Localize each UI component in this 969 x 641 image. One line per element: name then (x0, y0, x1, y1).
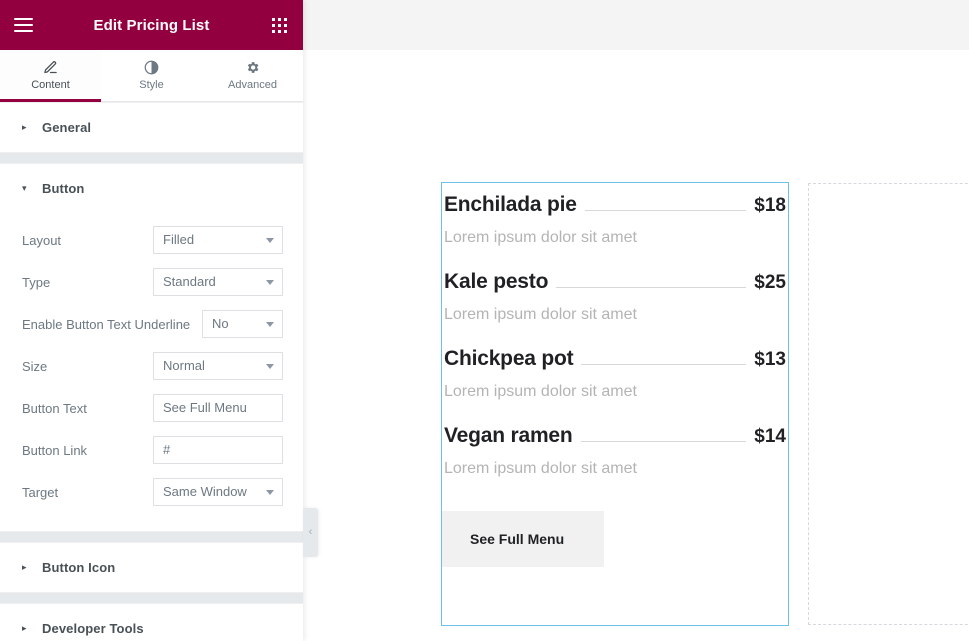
section-button-icon-title: Button Icon (42, 560, 116, 575)
preview-canvas: Enchilada pie $18 Lorem ipsum dolor sit … (303, 0, 969, 641)
tab-content[interactable]: Content (0, 50, 101, 102)
panel-header: Edit Pricing List (0, 0, 303, 50)
pencil-icon (43, 60, 58, 75)
item-separator (556, 287, 747, 288)
control-target-label: Target (22, 484, 59, 500)
target-select-wrap: Same Window (153, 478, 283, 506)
control-layout: Layout Filled (22, 219, 283, 261)
contrast-icon (144, 60, 159, 75)
type-select-wrap: Standard (153, 268, 283, 296)
list-item[interactable]: Vegan ramen $14 Lorem ipsum dolor sit am… (442, 424, 788, 478)
pricing-list-widget[interactable]: Enchilada pie $18 Lorem ipsum dolor sit … (441, 182, 789, 626)
underline-select[interactable]: No (202, 310, 283, 338)
price-row: Enchilada pie $18 (442, 193, 788, 217)
item-price: $18 (754, 195, 786, 216)
section-button-icon: ▸ Button Icon (0, 542, 303, 593)
price-row: Chickpea pot $13 (442, 347, 788, 371)
control-size-label: Size (22, 358, 48, 374)
section-general-title: General (42, 120, 92, 135)
chevron-right-icon: ▸ (22, 623, 27, 633)
section-divider (0, 593, 303, 603)
control-type: Type Standard (22, 261, 283, 303)
chevron-left-icon: ‹ (308, 526, 313, 538)
panel-sections: ▸ General ▾ Button Layout Filled Type St… (0, 102, 303, 641)
item-separator (581, 364, 747, 365)
control-type-label: Type (22, 274, 51, 290)
panel-tabs: Content Style Advanced (0, 50, 303, 102)
tab-style[interactable]: Style (101, 50, 202, 101)
pricing-list: Enchilada pie $18 Lorem ipsum dolor sit … (442, 183, 788, 567)
tab-advanced-label: Advanced (228, 79, 277, 91)
control-button-text: Button Text See Full Menu (22, 387, 283, 429)
item-separator (584, 210, 747, 211)
tab-advanced[interactable]: Advanced (202, 50, 303, 101)
control-size: Size Normal (22, 345, 283, 387)
list-item[interactable]: Chickpea pot $13 Lorem ipsum dolor sit a… (442, 347, 788, 401)
target-select[interactable]: Same Window (153, 478, 283, 506)
chevron-right-icon: ▸ (22, 122, 27, 132)
item-price: $25 (754, 272, 786, 293)
control-button-link-label: Button Link (22, 442, 88, 458)
item-description: Lorem ipsum dolor sit amet (444, 306, 637, 323)
button-text-wrap: See Full Menu (153, 394, 283, 422)
control-button-link: Button Link # (22, 429, 283, 471)
section-general: ▸ General (0, 102, 303, 153)
section-developer-tools: ▸ Developer Tools (0, 603, 303, 641)
section-button-header[interactable]: ▾ Button (0, 164, 303, 213)
section-developer-tools-title: Developer Tools (42, 621, 144, 636)
section-button: ▾ Button Layout Filled Type Standard Ena… (0, 163, 303, 532)
button-link-wrap: # (153, 436, 283, 464)
layout-select[interactable]: Filled (153, 226, 283, 254)
canvas-top-band (303, 0, 969, 50)
price-row: Vegan ramen $14 (442, 424, 788, 448)
item-price: $13 (754, 349, 786, 370)
item-title: Kale pesto (444, 270, 549, 293)
item-description: Lorem ipsum dolor sit amet (444, 383, 637, 400)
chevron-down-icon: ▾ (22, 183, 27, 193)
control-target: Target Same Window (22, 471, 283, 513)
item-description: Lorem ipsum dolor sit amet (444, 229, 637, 246)
item-title: Enchilada pie (444, 193, 577, 216)
button-text-input[interactable]: See Full Menu (153, 394, 283, 422)
layout-select-wrap: Filled (153, 226, 283, 254)
panel-collapse-handle[interactable]: ‹ (303, 508, 318, 557)
control-layout-label: Layout (22, 232, 62, 248)
see-full-menu-button[interactable]: See Full Menu (442, 511, 605, 567)
control-underline-label: Enable Button Text Underline (22, 316, 191, 332)
size-select-wrap: Normal (153, 352, 283, 380)
underline-select-wrap: No (202, 310, 283, 338)
section-divider (0, 153, 303, 163)
item-description: Lorem ipsum dolor sit amet (444, 460, 637, 477)
editor-window: Enchilada pie $18 Lorem ipsum dolor sit … (0, 0, 969, 641)
control-button-text-label: Button Text (22, 400, 87, 416)
page-title: Edit Pricing List (93, 16, 210, 34)
editor-panel: Edit Pricing List Content Style Advanced… (0, 0, 303, 641)
item-title: Vegan ramen (444, 424, 573, 447)
hamburger-icon[interactable] (14, 18, 33, 32)
gear-icon (245, 60, 260, 75)
item-title: Chickpea pot (444, 347, 574, 370)
control-underline: Enable Button Text Underline No (22, 303, 283, 345)
list-item[interactable]: Enchilada pie $18 Lorem ipsum dolor sit … (442, 193, 788, 247)
empty-column-placeholder[interactable] (808, 183, 969, 625)
tab-content-label: Content (31, 79, 70, 91)
item-price: $14 (754, 426, 786, 447)
item-separator (580, 441, 747, 442)
section-button-icon-header[interactable]: ▸ Button Icon (0, 543, 303, 592)
section-general-header[interactable]: ▸ General (0, 103, 303, 152)
type-select[interactable]: Standard (153, 268, 283, 296)
section-developer-tools-header[interactable]: ▸ Developer Tools (0, 604, 303, 641)
section-button-body: Layout Filled Type Standard Enable Butto… (0, 213, 303, 531)
price-row: Kale pesto $25 (442, 270, 788, 294)
section-divider (0, 532, 303, 542)
button-link-input[interactable]: # (153, 436, 283, 464)
tab-style-label: Style (139, 79, 164, 91)
size-select[interactable]: Normal (153, 352, 283, 380)
list-item[interactable]: Kale pesto $25 Lorem ipsum dolor sit ame… (442, 270, 788, 324)
grid-icon[interactable] (272, 17, 287, 33)
chevron-right-icon: ▸ (22, 562, 27, 572)
section-button-title: Button (42, 181, 85, 196)
